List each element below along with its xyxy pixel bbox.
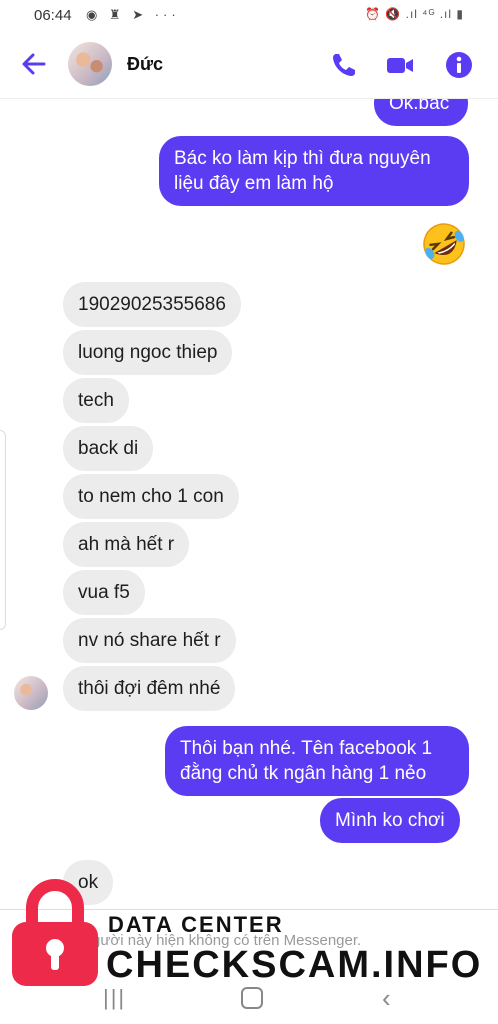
back-arrow-icon[interactable] xyxy=(20,50,48,78)
edge-panel-handle[interactable] xyxy=(0,430,6,630)
laughing-emoji-icon[interactable] xyxy=(421,221,467,267)
message-bubble-incoming[interactable]: luong ngoc thiep xyxy=(63,330,233,375)
info-icon[interactable] xyxy=(444,50,474,80)
padlock-icon xyxy=(12,879,98,986)
message-bubble-incoming[interactable]: ah mà hết r xyxy=(63,522,190,567)
message-bubble-incoming[interactable]: thôi đợi đêm nhé xyxy=(63,666,236,711)
message-bubble-outgoing[interactable]: Thôi bạn nhé. Tên facebook 1 đằng chủ tk… xyxy=(165,726,469,796)
message-bubble-incoming[interactable]: vua f5 xyxy=(63,570,145,615)
message-bubble-incoming[interactable]: back di xyxy=(63,426,154,471)
message-bubble-outgoing[interactable]: Ok.bac xyxy=(374,99,468,126)
phone-icon[interactable] xyxy=(329,50,359,80)
sender-avatar[interactable] xyxy=(14,676,48,710)
back-icon[interactable]: ‹ xyxy=(382,983,391,1014)
status-time: 06:44 xyxy=(34,7,72,24)
conversation-header: Đức xyxy=(0,30,498,99)
home-icon[interactable] xyxy=(241,987,263,1009)
recent-apps-icon[interactable]: ||| xyxy=(103,985,126,1011)
message-bubble-outgoing[interactable]: Mình ko chơi xyxy=(320,798,460,843)
message-list[interactable]: Ok.bac Bác ko làm kịp thì đưa nguyên liệ… xyxy=(0,99,498,909)
message-bubble-incoming[interactable]: nv nó share hết r xyxy=(63,618,236,663)
watermark-subtitle: DATA CENTER xyxy=(108,912,284,937)
notification-icons: ◉ ♜ ➤ ··· xyxy=(86,7,180,22)
message-bubble-incoming[interactable]: tech xyxy=(63,378,129,423)
status-bar: 06:44 ◉ ♜ ➤ ··· ⏰ 🔇 .ıl ⁴ᴳ .ıl ▮ xyxy=(0,0,498,30)
watermark-title: CHECKSCAM.INFO xyxy=(106,944,483,986)
system-status-icons: ⏰ 🔇 .ıl ⁴ᴳ .ıl ▮ xyxy=(365,7,464,21)
message-bubble-incoming[interactable]: 19029025355686 xyxy=(63,282,241,327)
contact-name[interactable]: Đức xyxy=(127,54,163,75)
message-bubble-incoming[interactable]: to nem cho 1 con xyxy=(63,474,239,519)
contact-avatar[interactable] xyxy=(68,42,112,86)
video-call-icon[interactable] xyxy=(385,50,415,80)
message-bubble-outgoing[interactable]: Bác ko làm kịp thì đưa nguyên liệu đây e… xyxy=(159,136,469,206)
